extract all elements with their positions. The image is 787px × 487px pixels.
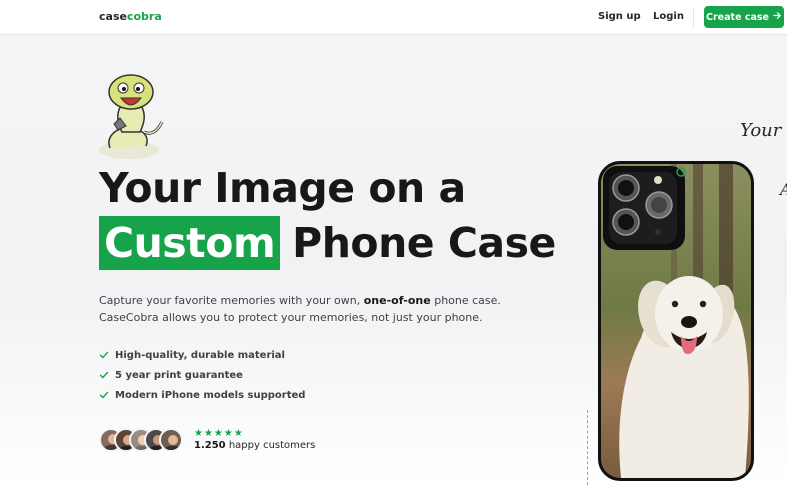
feature-text: Modern iPhone models supported bbox=[115, 389, 306, 401]
headline-highlight: Custom bbox=[99, 216, 281, 270]
customer-count-number: 1.250 bbox=[194, 440, 226, 451]
desc-start: Capture your favorite memories with your… bbox=[99, 294, 364, 307]
handwritten-caption-2: A bbox=[780, 180, 787, 199]
logo-text-main: case bbox=[99, 10, 127, 23]
customer-count-label: happy customers bbox=[225, 440, 316, 451]
signup-link[interactable]: Sign up bbox=[598, 11, 641, 22]
rating-stars-icon: ★★★★★ bbox=[194, 428, 244, 439]
hero-description: Capture your favorite memories with your… bbox=[99, 292, 519, 326]
feature-item: High-quality, durable material bbox=[99, 345, 305, 365]
avatar bbox=[159, 428, 183, 452]
feature-list: High-quality, durable material 5 year pr… bbox=[99, 345, 305, 405]
login-link[interactable]: Login bbox=[653, 11, 684, 22]
check-icon bbox=[99, 371, 109, 379]
snake-mascot-icon bbox=[96, 70, 172, 162]
nav-divider bbox=[693, 8, 694, 27]
feature-text: High-quality, durable material bbox=[115, 349, 285, 361]
headline-line1: Your Image on a bbox=[99, 164, 466, 212]
logo[interactable]: casecobra bbox=[99, 10, 162, 23]
desc-bold: one-of-one bbox=[363, 294, 431, 307]
customer-avatars bbox=[99, 428, 189, 454]
dog-photo-image bbox=[601, 164, 751, 478]
customer-count: 1.250 happy customers bbox=[194, 440, 315, 451]
create-case-button[interactable]: Create case bbox=[704, 6, 784, 28]
headline-rest: Phone Case bbox=[292, 219, 556, 267]
arrow-right-icon bbox=[773, 11, 782, 23]
dashed-line bbox=[587, 410, 588, 485]
phone-case-preview bbox=[598, 161, 754, 481]
feature-text: 5 year print guarantee bbox=[115, 369, 243, 381]
feature-item: 5 year print guarantee bbox=[99, 365, 305, 385]
check-icon bbox=[99, 391, 109, 399]
create-case-label: Create case bbox=[706, 11, 769, 23]
navbar: casecobra Sign up Login Create case bbox=[0, 0, 787, 35]
handwritten-caption: Your bbox=[740, 120, 782, 141]
feature-item: Modern iPhone models supported bbox=[99, 385, 305, 405]
headline-line2: Custom Phone Case bbox=[99, 216, 556, 270]
logo-text-accent: cobra bbox=[126, 10, 162, 23]
check-icon bbox=[99, 351, 109, 359]
